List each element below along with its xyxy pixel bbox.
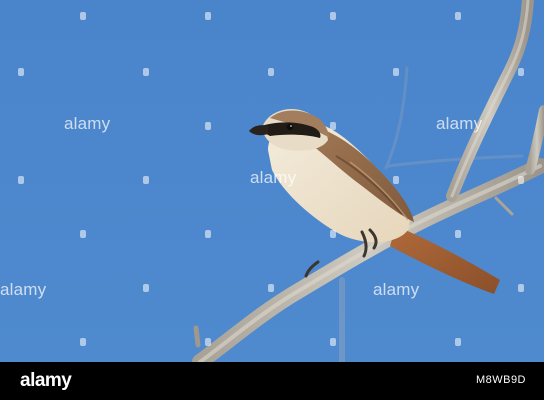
photo-canvas	[0, 0, 544, 362]
brand-logo[interactable]: alamy	[20, 370, 72, 392]
footer-bar: alamy M8WB9D	[0, 362, 544, 400]
image-id-label: M8WB9D	[475, 374, 526, 386]
bird-photo	[0, 0, 544, 362]
